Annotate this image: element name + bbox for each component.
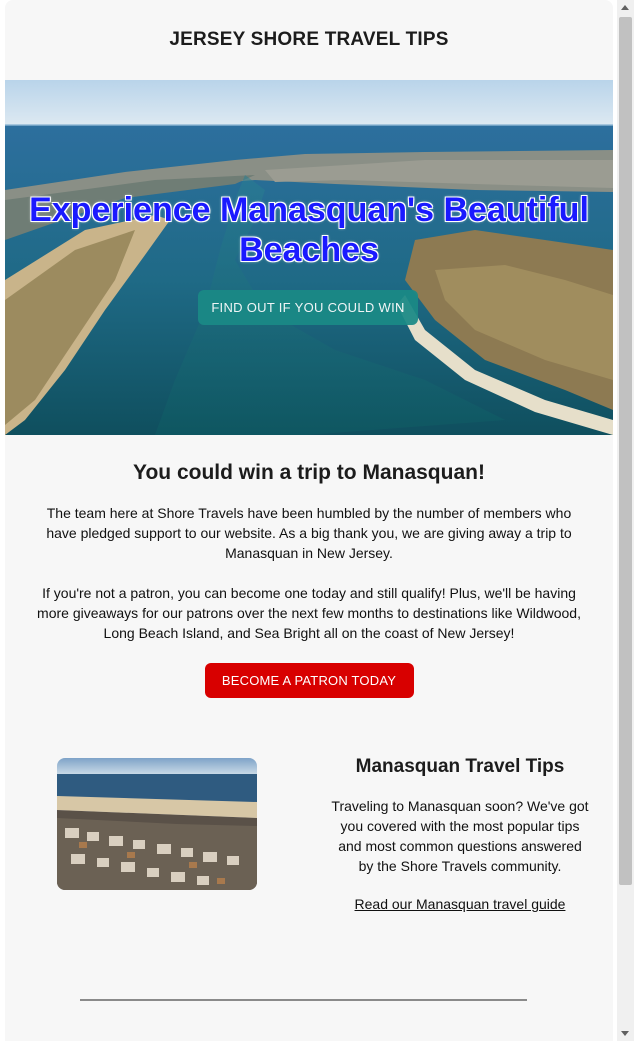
vertical-scrollbar[interactable] bbox=[617, 0, 634, 1041]
travel-tips-body: Traveling to Manasquan soon? We've got y… bbox=[331, 798, 589, 874]
travel-guide-link[interactable]: Read our Manasquan travel guide bbox=[355, 896, 566, 912]
travel-tips-text: Manasquan Travel Tips Traveling to Manas… bbox=[330, 756, 590, 914]
contest-paragraph-patrons: If you're not a patron, you can become o… bbox=[37, 585, 581, 641]
scroll-down-arrow-icon[interactable] bbox=[621, 1031, 629, 1036]
contest-title: You could win a trip to Manasquan! bbox=[133, 461, 485, 484]
manasquan-coast-image bbox=[57, 758, 257, 890]
hero-heading: Experience Manasquan's Beautiful Beaches bbox=[29, 191, 589, 269]
page: JERSEY SHORE TRAVEL TIPS Experience Mana… bbox=[5, 0, 613, 1041]
hero-banner: Experience Manasquan's Beautiful Beaches… bbox=[5, 80, 613, 435]
contest-section: You could win a trip to Manasquan! The t… bbox=[5, 435, 613, 698]
scrollbar-thumb[interactable] bbox=[619, 17, 632, 885]
section-divider bbox=[80, 999, 527, 1001]
become-a-patron-button[interactable]: BECOME A PATRON TODAY bbox=[204, 663, 414, 698]
site-header: JERSEY SHORE TRAVEL TIPS bbox=[5, 0, 613, 80]
contest-paragraph-thanks: The team here at Shore Travels have been… bbox=[46, 505, 572, 561]
find-out-if-you-could-win-button[interactable]: FIND OUT IF YOU COULD WIN bbox=[198, 290, 418, 325]
travel-tips-section: Manasquan Travel Tips Traveling to Manas… bbox=[5, 698, 613, 998]
scroll-up-arrow-icon[interactable] bbox=[621, 5, 629, 10]
travel-tips-title: Manasquan Travel Tips bbox=[355, 756, 565, 777]
site-title: JERSEY SHORE TRAVEL TIPS bbox=[169, 29, 449, 50]
